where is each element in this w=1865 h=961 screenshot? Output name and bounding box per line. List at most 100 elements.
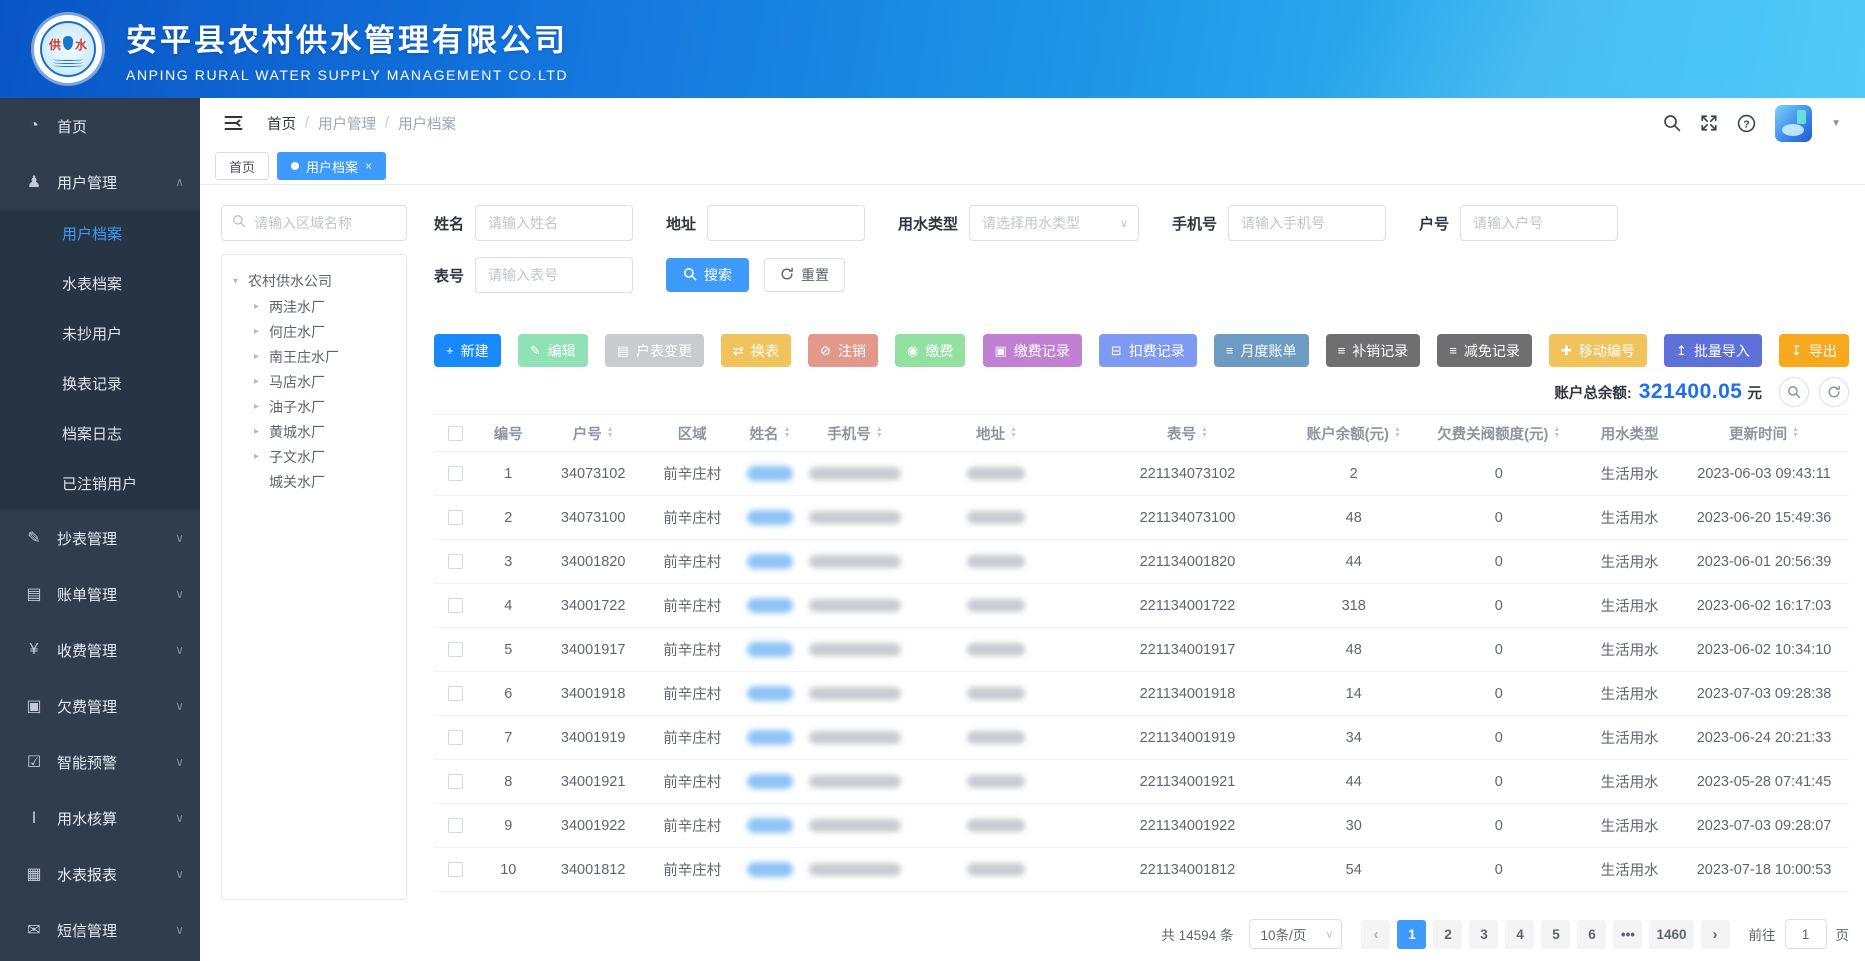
collapse-menu-icon[interactable] bbox=[224, 115, 243, 131]
tree-node-南王庄水厂[interactable]: ▸南王庄水厂 bbox=[230, 344, 398, 369]
row-checkbox[interactable] bbox=[448, 818, 463, 833]
tab-user-archive[interactable]: 用户档案 × bbox=[277, 152, 386, 180]
table-row[interactable]: 734001919前辛庄村221134001919340生活用水2023-06-… bbox=[434, 716, 1849, 760]
sidebar-subitem-用户档案[interactable]: 用户档案 bbox=[0, 210, 200, 260]
reset-button[interactable]: 重置 bbox=[764, 258, 845, 292]
toolbar-button-换表[interactable]: ⇄换表 bbox=[721, 334, 791, 367]
meter-input[interactable] bbox=[475, 257, 633, 293]
toolbar-button-补销记录[interactable]: ≡补销记录 bbox=[1326, 334, 1421, 367]
sidebar-item-抄表管理[interactable]: ✎抄表管理∨ bbox=[0, 510, 200, 566]
column-header-address[interactable]: 地址▲▼ bbox=[908, 423, 1085, 444]
table-row[interactable]: 1034001812前辛庄村221134001812540生活用水2023-07… bbox=[434, 848, 1849, 892]
tree-root-node[interactable]: ▾农村供水公司 bbox=[230, 268, 398, 294]
tree-node-两洼水厂[interactable]: ▸两洼水厂 bbox=[230, 294, 398, 319]
sidebar-item-用水核算[interactable]: Ⅰ用水核算∨ bbox=[0, 790, 200, 846]
toolbar-button-编辑[interactable]: ✎编辑 bbox=[518, 334, 588, 367]
region-search-input[interactable] bbox=[254, 215, 396, 231]
table-row[interactable]: 334001820前辛庄村221134001820440生活用水2023-06-… bbox=[434, 540, 1849, 584]
page-button-3[interactable]: 3 bbox=[1469, 920, 1498, 949]
column-header-meter_no[interactable]: 表号▲▼ bbox=[1085, 423, 1290, 444]
tree-node-马店水厂[interactable]: ▸马店水厂 bbox=[230, 369, 398, 394]
close-tab-icon[interactable]: × bbox=[365, 159, 372, 173]
water-type-select[interactable]: 请选择用水类型 ∨ bbox=[969, 205, 1139, 241]
phone-input[interactable] bbox=[1228, 205, 1386, 241]
column-header-phone[interactable]: 手机号▲▼ bbox=[802, 423, 908, 444]
sort-caret-icon[interactable]: ▲▼ bbox=[1553, 427, 1560, 439]
table-row[interactable]: 534001917前辛庄村221134001917480生活用水2023-06-… bbox=[434, 628, 1849, 672]
column-header-shutoff_limit[interactable]: 欠费关阀额度(元)▲▼ bbox=[1417, 423, 1580, 444]
avatar[interactable] bbox=[1775, 105, 1812, 142]
sidebar-subitem-已注销用户[interactable]: 已注销用户 bbox=[0, 460, 200, 510]
table-row[interactable]: 634001918前辛庄村221134001918140生活用水2023-07-… bbox=[434, 672, 1849, 716]
sidebar-item-用户管理[interactable]: ♟用户管理∧ bbox=[0, 154, 200, 210]
row-checkbox[interactable] bbox=[448, 510, 463, 525]
column-header-balance[interactable]: 账户余额(元)▲▼ bbox=[1290, 423, 1417, 444]
toolbar-button-注销[interactable]: ⊘注销 bbox=[808, 334, 878, 367]
page-button-2[interactable]: 2 bbox=[1433, 920, 1462, 949]
toolbar-button-户表变更[interactable]: ▤户表变更 bbox=[605, 334, 704, 367]
toolbar-button-批量导入[interactable]: ↥批量导入 bbox=[1664, 334, 1762, 367]
page-button-6[interactable]: 6 bbox=[1577, 920, 1606, 949]
select-all-checkbox[interactable] bbox=[448, 426, 463, 441]
toolbar-button-移动编号[interactable]: ✚移动编号 bbox=[1549, 334, 1647, 367]
breadcrumb-home[interactable]: 首页 bbox=[267, 113, 296, 134]
sidebar-subitem-水表档案[interactable]: 水表档案 bbox=[0, 260, 200, 310]
toolbar-button-月度账单[interactable]: ≡月度账单 bbox=[1214, 334, 1309, 367]
sidebar-item-水表报表[interactable]: ▦水表报表∨ bbox=[0, 846, 200, 902]
goto-page-input[interactable] bbox=[1785, 919, 1827, 949]
breadcrumb-user-mgmt[interactable]: 用户管理 bbox=[318, 113, 376, 134]
row-checkbox[interactable] bbox=[448, 730, 463, 745]
toolbar-button-新建[interactable]: +新建 bbox=[434, 334, 501, 367]
tree-node-城关水厂[interactable]: 城关水厂 bbox=[230, 469, 398, 494]
sidebar-subitem-档案日志[interactable]: 档案日志 bbox=[0, 410, 200, 460]
sort-caret-icon[interactable]: ▲▼ bbox=[876, 427, 883, 439]
toolbar-button-减免记录[interactable]: ≡减免记录 bbox=[1437, 334, 1532, 367]
sort-caret-icon[interactable]: ▲▼ bbox=[1010, 427, 1017, 439]
row-checkbox[interactable] bbox=[448, 862, 463, 877]
sidebar-subitem-未抄用户[interactable]: 未抄用户 bbox=[0, 310, 200, 360]
page-button-1[interactable]: 1 bbox=[1397, 920, 1426, 949]
page-size-select[interactable]: 10条/页 ∨ bbox=[1249, 919, 1342, 949]
table-row[interactable]: 234073100前辛庄村221134073100480生活用水2023-06-… bbox=[434, 496, 1849, 540]
page-ellipsis[interactable]: ••• bbox=[1613, 920, 1642, 949]
row-checkbox[interactable] bbox=[448, 598, 463, 613]
page-button-5[interactable]: 5 bbox=[1541, 920, 1570, 949]
refresh-icon[interactable] bbox=[1819, 377, 1849, 407]
tree-node-子文水厂[interactable]: ▸子文水厂 bbox=[230, 444, 398, 469]
account-input[interactable] bbox=[1460, 205, 1618, 241]
help-icon[interactable]: ? bbox=[1737, 114, 1756, 133]
fullscreen-icon[interactable] bbox=[1700, 114, 1718, 132]
sidebar-item-短信管理[interactable]: ✉短信管理∨ bbox=[0, 902, 200, 958]
column-header-updated[interactable]: 更新时间▲▼ bbox=[1679, 423, 1849, 444]
row-checkbox[interactable] bbox=[448, 774, 463, 789]
prev-page-button[interactable]: ‹ bbox=[1361, 920, 1390, 949]
search-button[interactable]: 搜索 bbox=[666, 258, 749, 292]
sort-caret-icon[interactable]: ▲▼ bbox=[1792, 427, 1799, 439]
toolbar-button-导出[interactable]: ↧导出 bbox=[1779, 334, 1849, 367]
sidebar-item-账单管理[interactable]: ▤账单管理∨ bbox=[0, 566, 200, 622]
name-input[interactable] bbox=[475, 205, 633, 241]
tree-node-油子水厂[interactable]: ▸油子水厂 bbox=[230, 394, 398, 419]
breadcrumb-user-archive[interactable]: 用户档案 bbox=[398, 113, 456, 134]
table-row[interactable]: 134073102前辛庄村22113407310220生活用水2023-06-0… bbox=[434, 452, 1849, 496]
sort-caret-icon[interactable]: ▲▼ bbox=[1201, 427, 1208, 439]
row-checkbox[interactable] bbox=[448, 686, 463, 701]
sort-caret-icon[interactable]: ▲▼ bbox=[1394, 427, 1401, 439]
sort-caret-icon[interactable]: ▲▼ bbox=[784, 427, 791, 439]
search-icon[interactable] bbox=[1779, 377, 1809, 407]
toolbar-button-缴费[interactable]: ◉缴费 bbox=[895, 334, 965, 367]
toolbar-button-扣费记录[interactable]: ⊟扣费记录 bbox=[1099, 334, 1197, 367]
sidebar-item-收费管理[interactable]: ¥收费管理∨ bbox=[0, 622, 200, 678]
search-icon[interactable] bbox=[1663, 114, 1681, 132]
page-button-1460[interactable]: 1460 bbox=[1649, 920, 1693, 949]
row-checkbox[interactable] bbox=[448, 642, 463, 657]
toolbar-button-缴费记录[interactable]: ▣缴费记录 bbox=[983, 334, 1082, 367]
address-input[interactable] bbox=[707, 205, 865, 241]
next-page-button[interactable]: › bbox=[1701, 920, 1730, 949]
page-button-4[interactable]: 4 bbox=[1505, 920, 1534, 949]
caret-down-icon[interactable]: ▼ bbox=[1831, 118, 1841, 129]
column-header-name[interactable]: 姓名▲▼ bbox=[738, 423, 802, 444]
sort-caret-icon[interactable]: ▲▼ bbox=[607, 427, 614, 439]
column-header-account_no[interactable]: 户号▲▼ bbox=[540, 423, 646, 444]
sidebar-subitem-换表记录[interactable]: 换表记录 bbox=[0, 360, 200, 410]
